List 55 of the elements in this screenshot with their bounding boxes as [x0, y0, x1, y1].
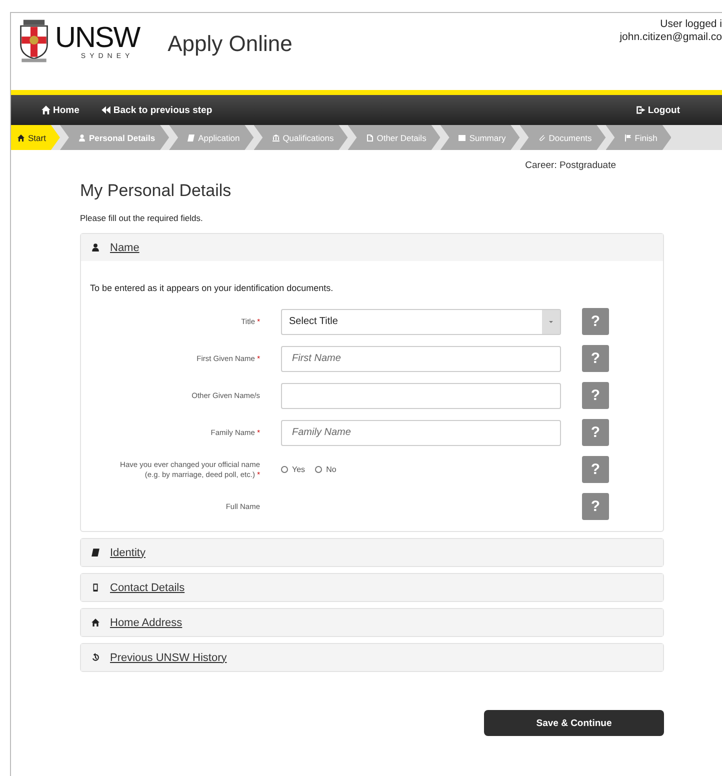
section-header[interactable]: Identity: [81, 539, 663, 566]
mobile-phone-icon: [91, 583, 100, 592]
help-button[interactable]: ?: [582, 419, 609, 446]
instructions-text: Please fill out the required fields.: [80, 213, 204, 223]
career-text: Career: Postgraduate: [524, 160, 616, 171]
book-icon: [187, 134, 196, 142]
nav-link[interactable]: Logout: [636, 104, 680, 116]
section-link[interactable]: Previous UNSW History: [110, 652, 227, 664]
help-button[interactable]: ?: [582, 345, 609, 372]
section-header[interactable]: Previous UNSW History: [81, 644, 663, 671]
section-header[interactable]: Contact Details: [81, 574, 663, 601]
progress-step[interactable]: Start: [11, 125, 60, 150]
house-icon: [41, 105, 51, 115]
help-button[interactable]: ?: [582, 493, 609, 520]
help-button[interactable]: ?: [582, 308, 609, 335]
nav-link[interactable]: Home: [41, 104, 80, 116]
intro-text: To be entered as it appears on your identification documents.: [90, 283, 334, 293]
help-button[interactable]: ?: [582, 382, 609, 409]
user-info-text: User logged i: [659, 18, 722, 31]
save-continue-button[interactable]: Save & Continue: [484, 710, 664, 736]
text-field[interactable]: First Name: [281, 346, 561, 372]
house-icon: [91, 618, 100, 627]
flag-icon: [624, 134, 632, 142]
text-field[interactable]: [281, 382, 561, 408]
radio-button[interactable]: [315, 466, 322, 473]
radio-label: Yes: [292, 465, 306, 474]
double-arrow-left-icon: [101, 105, 112, 115]
section-header[interactable]: Home Address: [81, 609, 663, 636]
help-button[interactable]: ?: [582, 456, 609, 483]
radio-option[interactable]: No: [315, 465, 336, 474]
section-link[interactable]: Home Address: [110, 616, 182, 628]
nav-link[interactable]: Back to previous step: [101, 104, 212, 116]
logo-wordmark: UNSW: [55, 22, 140, 52]
title-dropdown[interactable]: Select Title: [281, 308, 561, 334]
user-info-text: john.citizen@gmail.co: [620, 31, 722, 44]
document-icon: [366, 134, 374, 142]
person-icon: [91, 243, 100, 252]
section-header[interactable]: Name: [81, 234, 663, 261]
page-title: My Personal Details: [80, 181, 232, 201]
house-icon: [17, 134, 25, 142]
building-icon: [272, 134, 280, 142]
book-icon: [91, 548, 100, 557]
section-link[interactable]: Identity: [110, 546, 146, 558]
radio-button[interactable]: [281, 466, 288, 473]
text-field[interactable]: Family Name: [281, 420, 561, 446]
app-title: Apply Online: [168, 31, 292, 57]
section-link[interactable]: Contact Details: [110, 582, 185, 594]
person-icon: [78, 134, 86, 142]
radio-option[interactable]: Yes: [281, 465, 306, 474]
history-icon: [91, 653, 100, 662]
paperclip-icon: [538, 134, 546, 142]
logout-icon: [636, 105, 646, 115]
section-link[interactable]: Name: [110, 242, 140, 254]
radio-label: No: [326, 465, 336, 474]
crest-logo-icon: [19, 19, 49, 63]
